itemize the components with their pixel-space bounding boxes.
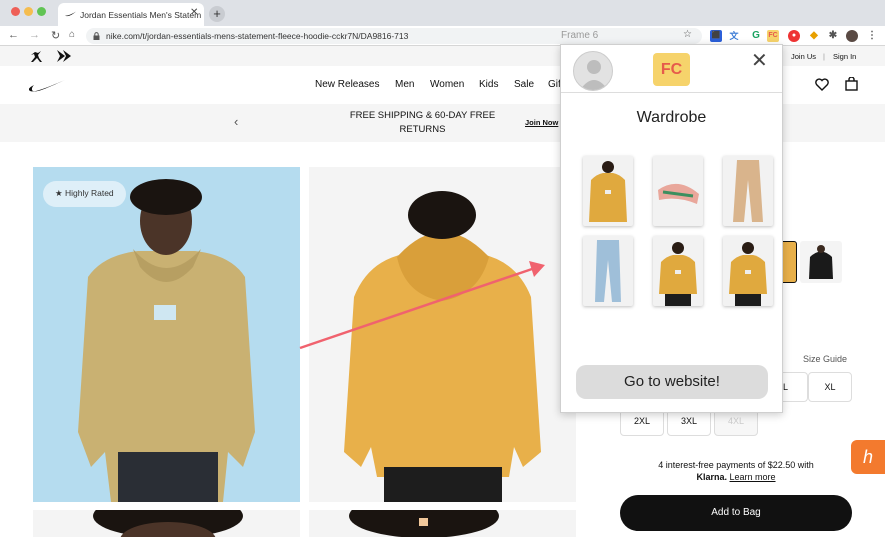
wardrobe-item-slides[interactable]	[653, 156, 703, 226]
reload-icon[interactable]: ↻	[51, 29, 60, 42]
profile-avatar[interactable]	[846, 30, 858, 42]
bookmark-star-icon[interactable]: ☆	[683, 29, 692, 40]
user-avatar[interactable]	[573, 51, 613, 91]
favorites-heart-icon[interactable]	[815, 78, 829, 91]
wardrobe-title: Wardrobe	[636, 109, 707, 126]
join-now-link[interactable]: Join Now	[525, 118, 558, 127]
extension-1-icon[interactable]: ⬛	[710, 30, 722, 42]
nav-new-releases[interactable]: New Releases	[315, 79, 379, 90]
new-tab-button[interactable]: +	[209, 6, 225, 22]
browser-tab-bar: Jordan Essentials Men's Statem ✕ +	[0, 0, 885, 26]
hoodie-model-item-image	[659, 242, 697, 306]
product-image-closeup-2[interactable]	[309, 510, 576, 537]
slides-item-image	[658, 183, 699, 204]
closeup-photo-1	[93, 510, 243, 537]
tab-title: Jordan Essentials Men's Statem	[80, 10, 202, 20]
home-icon[interactable]: ⌂	[69, 29, 75, 40]
promo-prev-chevron-icon[interactable]: ‹	[234, 114, 238, 129]
extensions-puzzle-icon[interactable]: ✱	[827, 30, 839, 42]
binance-icon[interactable]: ◆	[808, 30, 820, 42]
utility-divider: |	[823, 52, 825, 61]
sign-in-link[interactable]: Sign In	[833, 52, 856, 61]
window-zoom-button[interactable]	[37, 7, 46, 16]
wardrobe-popup: FC ✕ Wardrobe Go to website!	[560, 44, 783, 413]
wardrobe-item-hoodie[interactable]	[583, 156, 633, 226]
highly-rated-badge: ★ Highly Rated	[43, 181, 126, 207]
nav-sale[interactable]: Sale	[514, 79, 534, 90]
jeans-item-image	[595, 240, 621, 302]
url-text: nike.com/t/jordan-essentials-mens-statem…	[106, 31, 409, 41]
hoodie-item-image	[589, 161, 627, 222]
klarna-info: 4 interest-free payments of $22.50 with …	[620, 459, 852, 483]
wardrobe-item-hoodie-model-2[interactable]	[723, 236, 773, 306]
hoodie-model-2-item-image	[729, 242, 767, 306]
colorway-black-thumb[interactable]	[800, 241, 842, 283]
klarna-learn-more-link[interactable]: Learn more	[730, 472, 776, 482]
frame-label: Frame 6	[561, 30, 599, 41]
nav-kids[interactable]: Kids	[479, 79, 498, 90]
window-close-button[interactable]	[11, 7, 20, 16]
record-icon[interactable]: ●	[788, 30, 800, 42]
size-guide-link[interactable]: Size Guide	[803, 354, 847, 364]
popup-close-icon[interactable]: ✕	[751, 51, 768, 71]
browser-menu-icon[interactable]: ⋮	[866, 30, 878, 42]
honey-h-icon: h	[862, 447, 873, 467]
star-icon: ★	[55, 188, 63, 198]
promo-text: FREE SHIPPING & 60-DAY FREE RETURNS	[349, 110, 496, 135]
annotation-arrow-icon	[299, 261, 545, 350]
nike-favicon-icon	[65, 11, 76, 17]
add-to-bag-button[interactable]: Add to Bag	[620, 495, 852, 531]
lock-icon	[93, 32, 100, 40]
tab-close-icon[interactable]: ✕	[190, 7, 198, 18]
nike-swoosh-logo[interactable]	[29, 79, 65, 93]
product-image-closeup-1[interactable]	[33, 510, 300, 537]
fc-extension-icon[interactable]: FC	[767, 30, 779, 42]
nav-women[interactable]: Women	[430, 79, 464, 90]
back-arrow-icon[interactable]: ←	[8, 29, 19, 41]
jordan-jumpman-icon[interactable]	[30, 49, 43, 63]
translate-icon[interactable]: 文	[728, 30, 740, 42]
closeup-photo-2	[349, 510, 499, 537]
join-us-link[interactable]: Join Us	[791, 52, 816, 61]
badge-label: Highly Rated	[65, 188, 114, 198]
hoodie-front-photo	[78, 179, 255, 502]
url-field[interactable]: nike.com/t/jordan-essentials-mens-statem…	[86, 28, 702, 44]
wardrobe-item-jeans[interactable]	[583, 236, 633, 306]
converse-icon[interactable]	[57, 50, 73, 62]
go-to-website-button[interactable]: Go to website!	[576, 365, 768, 399]
browser-tab[interactable]: Jordan Essentials Men's Statem	[58, 3, 204, 26]
address-bar-row: ← → ↻ ⌂ nike.com/t/jordan-essentials-men…	[0, 26, 885, 46]
avatar-placeholder-icon	[580, 60, 608, 90]
klarna-text: 4 interest-free payments of $22.50 with	[658, 460, 814, 470]
window-minimize-button[interactable]	[24, 7, 33, 16]
product-image-front[interactable]: ★ Highly Rated	[33, 167, 300, 502]
size-xl-button[interactable]: XL	[808, 372, 852, 402]
klarna-brand: Klarna.	[696, 472, 727, 482]
nav-men[interactable]: Men	[395, 79, 414, 90]
fc-logo: FC	[653, 53, 690, 86]
popup-header: FC ✕	[561, 45, 782, 93]
wardrobe-item-hoodie-model[interactable]	[653, 236, 703, 306]
grammarly-icon[interactable]: G	[750, 30, 762, 42]
forward-arrow-icon[interactable]: →	[29, 29, 40, 41]
black-hoodie-thumb	[809, 245, 833, 279]
wardrobe-item-khakis[interactable]	[723, 156, 773, 226]
honey-extension-tab[interactable]: h	[851, 440, 885, 474]
bag-icon[interactable]	[845, 77, 858, 91]
khakis-item-image	[733, 160, 763, 222]
